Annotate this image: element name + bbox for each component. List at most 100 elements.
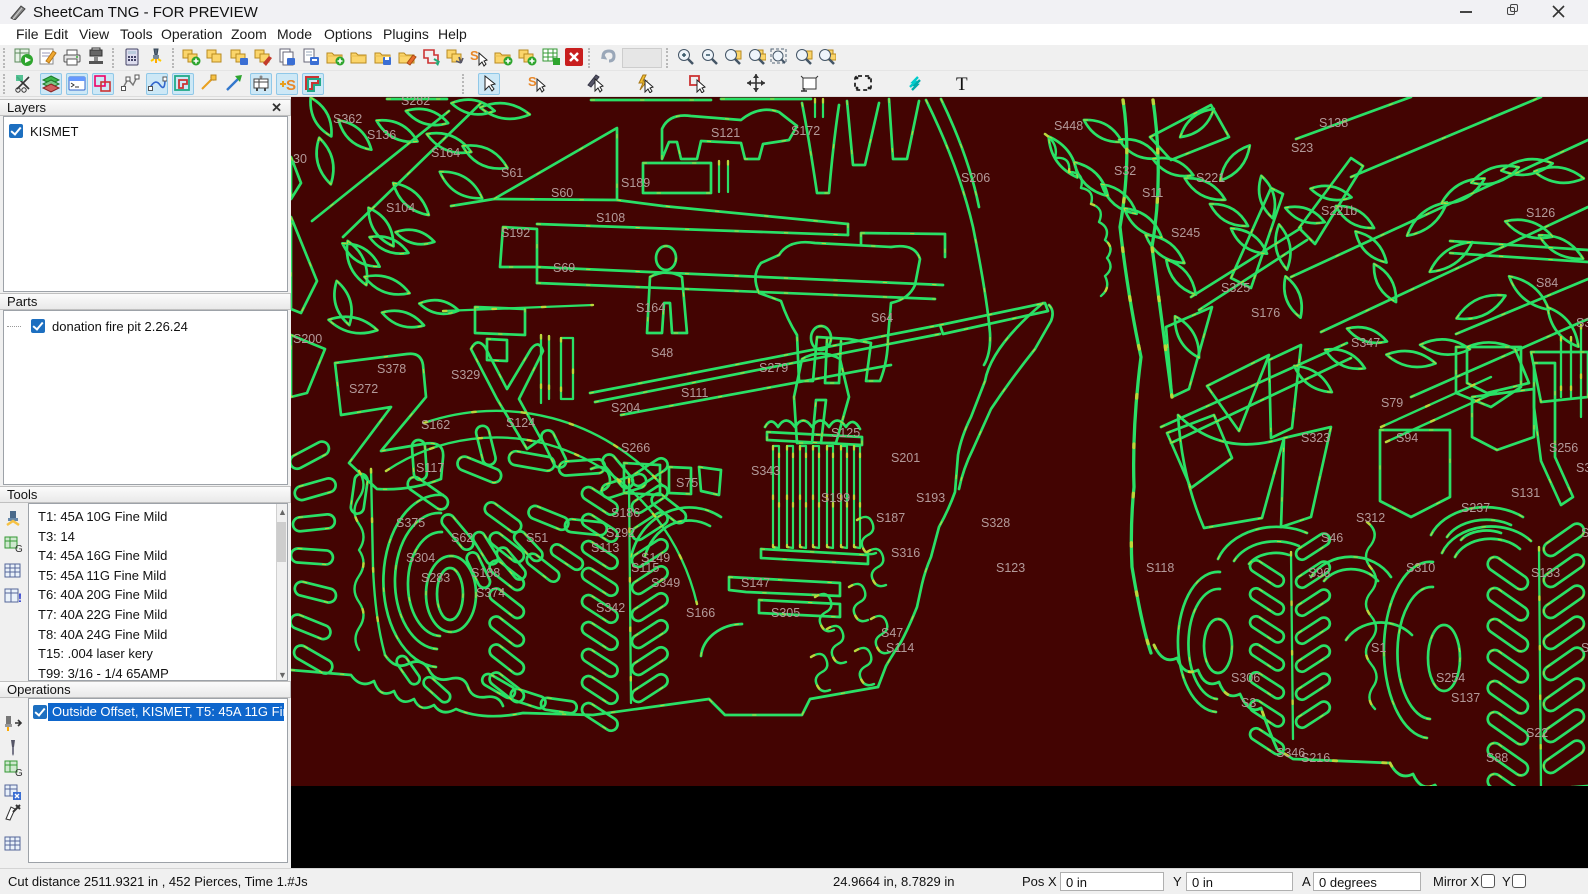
svg-text:S188: S188 (471, 566, 500, 580)
svg-text:S186: S186 (611, 506, 640, 520)
svg-text:S221b: S221b (1321, 204, 1357, 218)
svg-text:S3: S3 (1241, 696, 1256, 710)
svg-text:S129: S129 (1581, 641, 1588, 655)
svg-text:S221: S221 (1196, 171, 1225, 185)
svg-text:S304: S304 (406, 551, 435, 565)
svg-text:S48: S48 (651, 346, 673, 360)
svg-text:S124: S124 (506, 416, 535, 430)
svg-text:S306: S306 (1231, 671, 1260, 685)
svg-text:S199: S199 (821, 491, 850, 505)
svg-text:S342: S342 (596, 601, 625, 615)
svg-text:S118: S118 (1146, 561, 1174, 575)
svg-text:S349: S349 (651, 576, 680, 590)
svg-text:S: S (528, 74, 537, 89)
svg-text:S201: S201 (891, 451, 920, 465)
svg-text:S325: S325 (1221, 281, 1250, 295)
svg-text:S114: S114 (886, 641, 914, 655)
svg-text:S245: S245 (1171, 226, 1200, 240)
svg-text:S32: S32 (1114, 164, 1136, 178)
svg-text:S94: S94 (1396, 431, 1418, 445)
svg-text:S329: S329 (451, 368, 480, 382)
svg-text:S137: S137 (1451, 691, 1480, 705)
svg-text:S237: S237 (1461, 501, 1490, 515)
svg-text:S22: S22 (1526, 726, 1548, 740)
svg-text:S47: S47 (881, 626, 903, 640)
svg-text:S162: S162 (421, 418, 450, 432)
svg-text:S64: S64 (871, 311, 893, 325)
svg-text:S136: S136 (367, 128, 396, 142)
svg-text:G: G (15, 768, 23, 778)
svg-text:S375: S375 (396, 516, 425, 530)
svg-text:S374: S374 (476, 586, 505, 600)
svg-text:S256: S256 (1549, 441, 1578, 455)
svg-text:S272: S272 (349, 382, 378, 396)
svg-text:S23: S23 (1291, 141, 1313, 155)
svg-text:S60: S60 (551, 186, 573, 200)
svg-text:S133: S133 (1531, 566, 1560, 580)
svg-text:S111: S111 (681, 386, 708, 400)
svg-text:S46: S46 (1321, 531, 1343, 545)
svg-text:S279: S279 (759, 361, 788, 375)
svg-text:S121: S121 (711, 126, 740, 140)
svg-text:S51: S51 (526, 531, 548, 545)
svg-text:S1: S1 (1371, 641, 1386, 655)
svg-text:S282: S282 (401, 97, 430, 108)
svg-text:S292: S292 (606, 526, 635, 540)
svg-text:S96: S96 (1308, 566, 1330, 580)
svg-text:S172: S172 (791, 124, 820, 138)
svg-text:S113: S113 (591, 541, 619, 555)
svg-text:S166: S166 (686, 606, 715, 620)
svg-text:S62: S62 (451, 531, 473, 545)
svg-text:S11: S11 (1142, 186, 1163, 200)
svg-text:S323: S323 (1301, 431, 1330, 445)
svg-text:S108: S108 (596, 211, 625, 225)
svg-text:S204: S204 (611, 401, 640, 415)
svg-text:S192: S192 (501, 226, 530, 240)
svg-text:S189: S189 (621, 176, 650, 190)
svg-text:S84: S84 (1536, 276, 1558, 290)
svg-text:S362: S362 (333, 112, 362, 126)
svg-text:S193: S193 (916, 491, 945, 505)
svg-text:S206: S206 (961, 171, 990, 185)
svg-text:S138: S138 (1319, 116, 1348, 130)
svg-text:S254: S254 (1436, 671, 1465, 685)
svg-text:S266: S266 (621, 441, 650, 455)
svg-text:S310: S310 (1406, 561, 1435, 575)
svg-text:S126: S126 (1526, 206, 1555, 220)
svg-text:S61: S61 (501, 166, 523, 180)
svg-text:S378: S378 (377, 362, 406, 376)
svg-text:S36: S36 (1576, 461, 1588, 475)
svg-text:S69: S69 (553, 261, 575, 275)
svg-text:S131: S131 (1511, 486, 1540, 500)
svg-text:T: T (956, 74, 968, 93)
svg-text:S187: S187 (876, 511, 905, 525)
svg-text:S115: S115 (631, 561, 659, 575)
svg-text:S: S (470, 48, 479, 63)
svg-text:S200: S200 (293, 332, 322, 346)
svg-text:30: 30 (293, 152, 307, 166)
svg-text:S: S (286, 77, 296, 94)
svg-text:S117: S117 (416, 461, 444, 475)
svg-text:S125: S125 (831, 426, 860, 440)
svg-text:S316: S316 (891, 546, 920, 560)
svg-text:S164: S164 (636, 301, 665, 315)
svg-text:S347: S347 (1351, 336, 1380, 350)
svg-text:S283: S283 (421, 571, 450, 585)
svg-text:S147: S147 (741, 576, 770, 590)
svg-text:S312: S312 (1356, 511, 1385, 525)
svg-text:S305: S305 (771, 606, 800, 620)
svg-text:!: ! (18, 591, 22, 605)
svg-text:S448: S448 (1054, 119, 1083, 133)
svg-text:S328: S328 (981, 516, 1010, 530)
svg-text:S44: S44 (1581, 526, 1588, 540)
svg-text:S358: S358 (1576, 316, 1588, 330)
svg-text:S343: S343 (751, 464, 780, 478)
svg-text:S164: S164 (431, 146, 460, 160)
svg-text:S88: S88 (1486, 751, 1508, 765)
svg-text:S104: S104 (386, 201, 415, 215)
svg-text:S176: S176 (1251, 306, 1280, 320)
svg-text:G: G (15, 544, 23, 554)
svg-text:S123: S123 (996, 561, 1025, 575)
svg-text:S79: S79 (1381, 396, 1403, 410)
svg-text:S75: S75 (676, 476, 698, 490)
